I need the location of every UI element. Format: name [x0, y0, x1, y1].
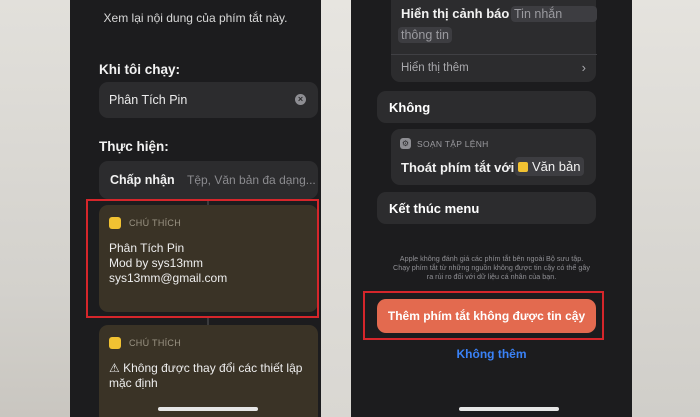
script-header: ⚙ SOẠN TẬP LỆNH	[400, 138, 489, 149]
background-middle	[321, 0, 351, 417]
comment-card-2[interactable]: CHÚ THÍCH ⚠ Không được thay đổi các thiế…	[99, 325, 318, 417]
shortcut-name-value: Phân Tích Pin	[109, 93, 188, 107]
exit-shortcut-action[interactable]: ⚙ SOẠN TẬP LỆNH Thoát phím tắt với Văn b…	[391, 129, 596, 185]
separator	[391, 54, 597, 55]
background-left	[0, 0, 70, 417]
review-instruction: Xem lại nội dung của phím tắt này.	[103, 11, 288, 25]
text-variable-token[interactable]: Văn bản	[515, 157, 585, 176]
exit-shortcut-label: Thoát phím tắt với	[401, 160, 515, 175]
show-more-link[interactable]: Hiển thị thêm	[401, 62, 469, 74]
home-indicator[interactable]	[459, 407, 559, 411]
red-highlight-box	[363, 291, 604, 340]
dont-add-button[interactable]: Không thêm	[351, 347, 632, 361]
end-menu-block[interactable]: Kết thúc menu	[377, 192, 596, 224]
comment-text: ⚠ Không được thay đổi các thiết lập mặc …	[109, 361, 303, 390]
otherwise-label: Không	[389, 100, 431, 115]
accept-types-placeholder[interactable]: Tệp, Văn bản đa dạng...	[187, 173, 316, 187]
note-icon	[109, 337, 121, 349]
background-right	[632, 0, 700, 417]
info-token[interactable]: thông tin	[398, 27, 452, 43]
end-menu-label: Kết thúc menu	[389, 201, 480, 216]
show-alert-label: Hiển thị cảnh báo	[401, 6, 510, 21]
gear-icon: ⚙	[400, 138, 411, 149]
note-icon	[518, 161, 528, 172]
untrusted-disclaimer: Apple không đánh giá các phím tắt bên ng…	[393, 254, 590, 281]
when-run-label: Khi tôi chạy:	[99, 62, 181, 77]
shortcut-name-field[interactable]: Phân Tích Pin ×	[99, 82, 318, 118]
phone-screen-left: Xem lại nội dung của phím tắt này. Khi t…	[70, 0, 321, 417]
red-highlight-box	[86, 199, 319, 318]
clear-icon[interactable]: ×	[295, 94, 306, 105]
accept-label: Chấp nhận	[110, 173, 175, 187]
message-token[interactable]: Tin nhắn	[511, 6, 597, 22]
accept-input-row[interactable]: Chấp nhận Tệp, Văn bản đa dạng...	[99, 161, 318, 199]
otherwise-block[interactable]: Không	[377, 91, 596, 123]
chevron-right-icon[interactable]: ›	[582, 60, 586, 75]
phone-screen-right: Hiển thị cảnh báo Tin nhắn thông tin Hiể…	[351, 0, 632, 417]
connector-line	[207, 318, 209, 325]
perform-label: Thực hiện:	[99, 139, 169, 154]
home-indicator[interactable]	[158, 407, 258, 411]
comment-header: CHÚ THÍCH	[109, 337, 181, 349]
